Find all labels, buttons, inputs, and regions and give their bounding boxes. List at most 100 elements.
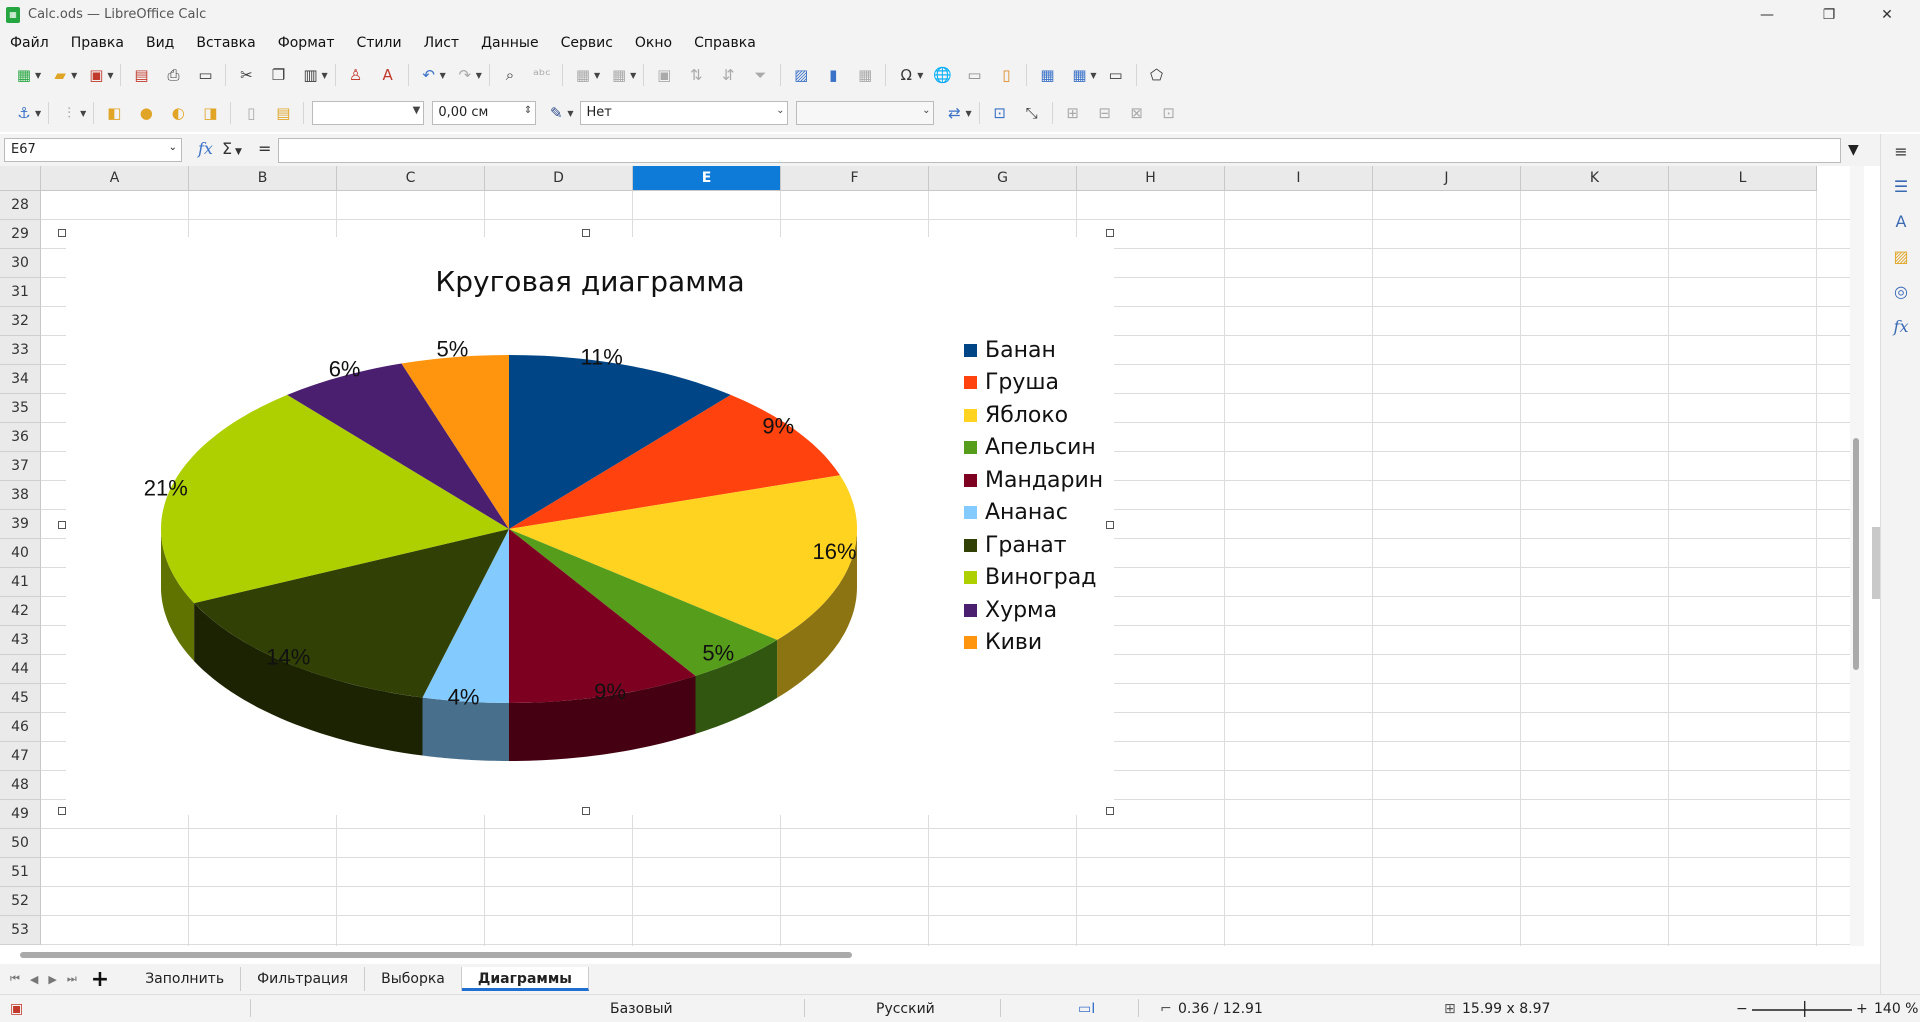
gallery-icon[interactable]: ▨ bbox=[1881, 239, 1920, 274]
tab-sheet-filtraciya[interactable]: Фильтрация bbox=[241, 967, 366, 991]
comment-icon[interactable]: ▭ bbox=[963, 64, 985, 86]
save-icon[interactable]: ▣ bbox=[85, 64, 107, 86]
line-width-input[interactable]: 0,00 см ⇕ bbox=[432, 101, 537, 125]
tab-sheet-zapolnit[interactable]: Заполнить bbox=[129, 967, 242, 991]
area-fill-select[interactable]: ⌄ bbox=[796, 101, 935, 125]
chevron-down-icon[interactable]: ⌄ bbox=[169, 142, 177, 153]
open-folder-icon[interactable]: ▰ bbox=[49, 64, 71, 86]
area-style-select[interactable]: Нет ⌄ bbox=[580, 101, 789, 125]
menu-file[interactable]: Файл bbox=[10, 35, 49, 51]
select-all-corner[interactable] bbox=[0, 166, 41, 191]
redo-icon[interactable]: ↷ bbox=[454, 64, 476, 86]
styles-icon[interactable]: A bbox=[1881, 204, 1920, 239]
zoom-in-icon[interactable]: + bbox=[1856, 1001, 1868, 1017]
send-to-back-icon[interactable]: ◨ bbox=[199, 102, 221, 124]
show-draw-functions-icon[interactable]: ⬠ bbox=[1146, 64, 1168, 86]
autofilter-icon[interactable]: ⏷ bbox=[749, 64, 771, 86]
selection-mode-icon[interactable]: ▭Ⅰ bbox=[1078, 1001, 1095, 1017]
row-header-46[interactable]: 46 bbox=[0, 713, 41, 742]
headers-footers-icon[interactable]: ▯ bbox=[995, 64, 1017, 86]
sum-icon[interactable]: Σ ▼ bbox=[222, 139, 242, 158]
row-header-41[interactable]: 41 bbox=[0, 568, 41, 597]
redo-dropdown-icon[interactable]: ▼ bbox=[476, 71, 482, 80]
add-sheet-icon[interactable]: + bbox=[91, 967, 109, 992]
group-icon[interactable]: ⊞ bbox=[1062, 102, 1084, 124]
row-header-49[interactable]: 49 bbox=[0, 800, 41, 829]
merge-cells-icon[interactable]: ▣ bbox=[653, 64, 675, 86]
rotate-icon[interactable]: ⤡ bbox=[1021, 102, 1043, 124]
row-header-35[interactable]: 35 bbox=[0, 394, 41, 423]
spelling-icon[interactable]: ᵃᵇᶜ bbox=[531, 64, 553, 86]
column-header-c[interactable]: C bbox=[337, 166, 485, 191]
ungroup-icon[interactable]: ⊡ bbox=[1158, 102, 1180, 124]
name-box[interactable]: E67 ⌄ bbox=[4, 138, 182, 162]
print-icon[interactable]: ⎙ bbox=[162, 64, 184, 86]
line-style-select[interactable]: ▼ bbox=[312, 101, 425, 125]
cut-icon[interactable]: ✂ bbox=[235, 64, 257, 86]
bring-to-front-icon[interactable]: ◧ bbox=[103, 102, 125, 124]
row-header-52[interactable]: 52 bbox=[0, 887, 41, 916]
freeze-dropdown-icon[interactable]: ▼ bbox=[1090, 71, 1096, 80]
send-backward-icon[interactable]: ◐ bbox=[167, 102, 189, 124]
pie-chart-object[interactable]: Круговая диаграмма 11% 9% 16% 5% 9% 4% 14% 21% 6… bbox=[66, 237, 1114, 815]
horizontal-scroll-thumb[interactable] bbox=[20, 952, 852, 958]
menu-format[interactable]: Формат bbox=[278, 35, 335, 51]
properties-icon[interactable]: ☰ bbox=[1881, 169, 1920, 204]
sidebar-collapse-handle[interactable] bbox=[1872, 527, 1880, 599]
insert-chart-icon[interactable]: ▮ bbox=[822, 64, 844, 86]
menu-help[interactable]: Справка bbox=[694, 35, 756, 51]
position-size-icon[interactable]: ⊡ bbox=[989, 102, 1011, 124]
row-header-38[interactable]: 38 bbox=[0, 481, 41, 510]
restore-button[interactable]: ❐ bbox=[1800, 0, 1858, 29]
undo-dropdown-icon[interactable]: ▼ bbox=[440, 71, 446, 80]
enter-group-icon[interactable]: ⊟ bbox=[1094, 102, 1116, 124]
paste-dropdown-icon[interactable]: ▼ bbox=[321, 71, 327, 80]
document-modified-icon[interactable]: ▣ bbox=[10, 1001, 23, 1017]
column-header-l[interactable]: L bbox=[1669, 166, 1817, 191]
anchor-dropdown-icon[interactable]: ▼ bbox=[35, 109, 41, 118]
minimize-button[interactable]: — bbox=[1738, 0, 1796, 29]
pivot-table-icon[interactable]: ▦ bbox=[854, 64, 876, 86]
to-background-icon[interactable]: ▤ bbox=[272, 102, 294, 124]
vertical-scrollbar[interactable] bbox=[1850, 166, 1864, 946]
row-header-48[interactable]: 48 bbox=[0, 771, 41, 800]
special-character-icon[interactable]: Ω bbox=[895, 64, 917, 86]
row-header-44[interactable]: 44 bbox=[0, 655, 41, 684]
menu-data[interactable]: Данные bbox=[481, 35, 539, 51]
export-pdf-icon[interactable]: ▤ bbox=[130, 64, 152, 86]
row-header-32[interactable]: 32 bbox=[0, 307, 41, 336]
row-header-40[interactable]: 40 bbox=[0, 539, 41, 568]
expand-formula-bar-icon[interactable]: ▼ bbox=[1848, 142, 1859, 158]
sort-ascending-icon[interactable]: ⇅ bbox=[685, 64, 707, 86]
chart-resize-handle[interactable] bbox=[582, 807, 590, 815]
row-header-37[interactable]: 37 bbox=[0, 452, 41, 481]
clear-formatting-icon[interactable]: A bbox=[377, 64, 399, 86]
split-window-icon[interactable]: ▭ bbox=[1105, 64, 1127, 86]
chart-resize-handle[interactable] bbox=[1106, 521, 1114, 529]
column-header-d[interactable]: D bbox=[485, 166, 633, 191]
line-color-dropdown-icon[interactable]: ▼ bbox=[567, 109, 573, 118]
sidebar-menu-icon[interactable]: ≡ bbox=[1881, 134, 1920, 169]
column-header-e[interactable]: E bbox=[633, 166, 781, 191]
row-dropdown-icon[interactable]: ▼ bbox=[594, 71, 600, 80]
row-header-53[interactable]: 53 bbox=[0, 916, 41, 945]
chart-resize-handle[interactable] bbox=[58, 807, 66, 815]
row-header-29[interactable]: 29 bbox=[0, 220, 41, 249]
column-header-h[interactable]: H bbox=[1077, 166, 1225, 191]
vertical-scroll-thumb[interactable] bbox=[1853, 438, 1859, 670]
sort-descending-icon[interactable]: ⇵ bbox=[717, 64, 739, 86]
last-sheet-icon[interactable]: ⏭ bbox=[67, 972, 77, 986]
tab-sheet-diagrammy[interactable]: Диаграммы bbox=[461, 967, 589, 991]
chart-resize-handle[interactable] bbox=[1106, 229, 1114, 237]
formula-icon[interactable]: = bbox=[258, 139, 271, 158]
paste-icon[interactable]: ▥ bbox=[299, 64, 321, 86]
row-header-36[interactable]: 36 bbox=[0, 423, 41, 452]
column-dropdown-icon[interactable]: ▼ bbox=[630, 71, 636, 80]
language[interactable]: Русский bbox=[876, 1001, 935, 1017]
page-style[interactable]: Базовый bbox=[610, 1001, 673, 1017]
menu-view[interactable]: Вид bbox=[146, 35, 174, 51]
row-header-42[interactable]: 42 bbox=[0, 597, 41, 626]
row-header-47[interactable]: 47 bbox=[0, 742, 41, 771]
save-dropdown-icon[interactable]: ▼ bbox=[107, 71, 113, 80]
tab-sheet-vyborka[interactable]: Выборка bbox=[365, 967, 462, 991]
